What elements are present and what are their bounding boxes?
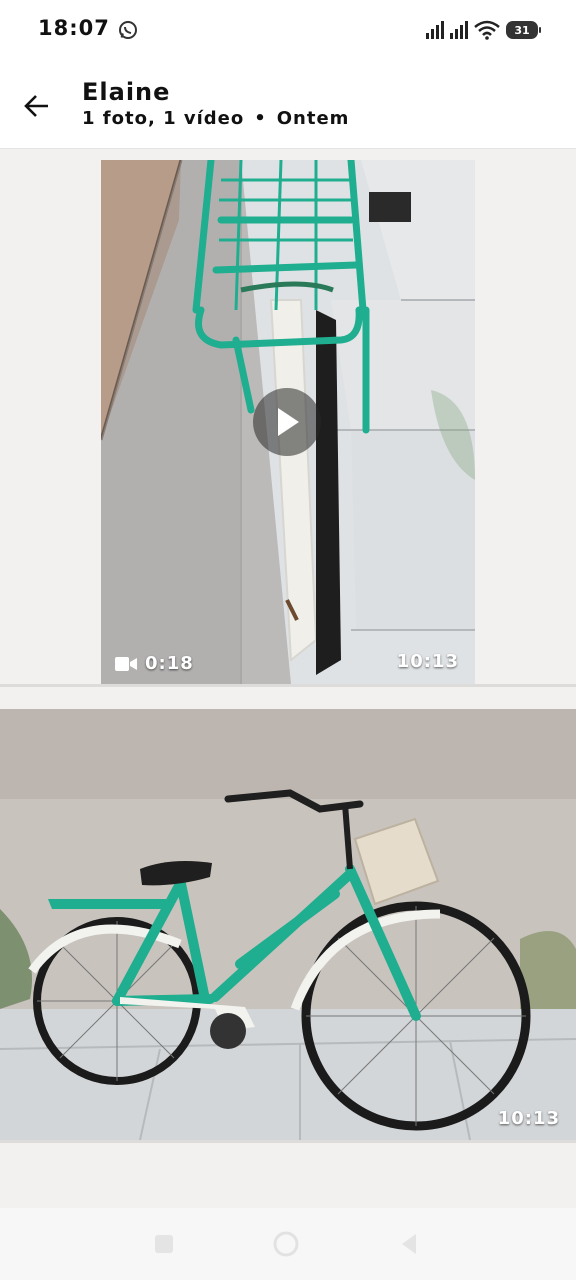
play-button[interactable] [253, 388, 321, 456]
back-arrow-icon[interactable] [18, 86, 58, 126]
photo-thumbnail[interactable]: 10:13 [0, 709, 576, 1140]
chat-media-header: Elaine 1 foto, 1 vídeo • Ontem [0, 62, 576, 149]
wifi-icon [474, 20, 500, 40]
media-subtitle: 1 foto, 1 vídeo • Ontem [82, 108, 349, 129]
signal-icon [450, 21, 468, 39]
whatsapp-icon [119, 21, 137, 39]
media-count: 1 foto, 1 vídeo [82, 108, 245, 129]
system-navigation-bar [0, 1208, 576, 1280]
play-icon [278, 408, 299, 436]
video-thumbnail[interactable]: 0:18 10:13 [101, 160, 475, 684]
status-icons: 31 [426, 18, 541, 42]
status-bar: 18:07 31 [0, 0, 576, 62]
home-icon[interactable] [270, 1228, 302, 1260]
photo-timestamp: 10:13 [497, 1108, 560, 1129]
signal-icon [426, 21, 444, 39]
battery-level: 31 [514, 23, 530, 37]
back-icon[interactable] [394, 1228, 426, 1260]
battery-icon: 31 [506, 21, 541, 39]
contact-name: Elaine [82, 78, 171, 106]
separator-dot: • [254, 108, 267, 129]
video-camera-icon [115, 657, 137, 671]
photo-preview-image [0, 709, 576, 1140]
divider [0, 684, 576, 687]
video-timestamp: 10:13 [396, 651, 459, 672]
status-time: 18:07 [38, 16, 110, 40]
media-date: Ontem [276, 108, 350, 129]
video-duration: 0:18 [145, 653, 194, 674]
divider [0, 1140, 576, 1143]
recent-apps-icon[interactable] [148, 1228, 180, 1260]
